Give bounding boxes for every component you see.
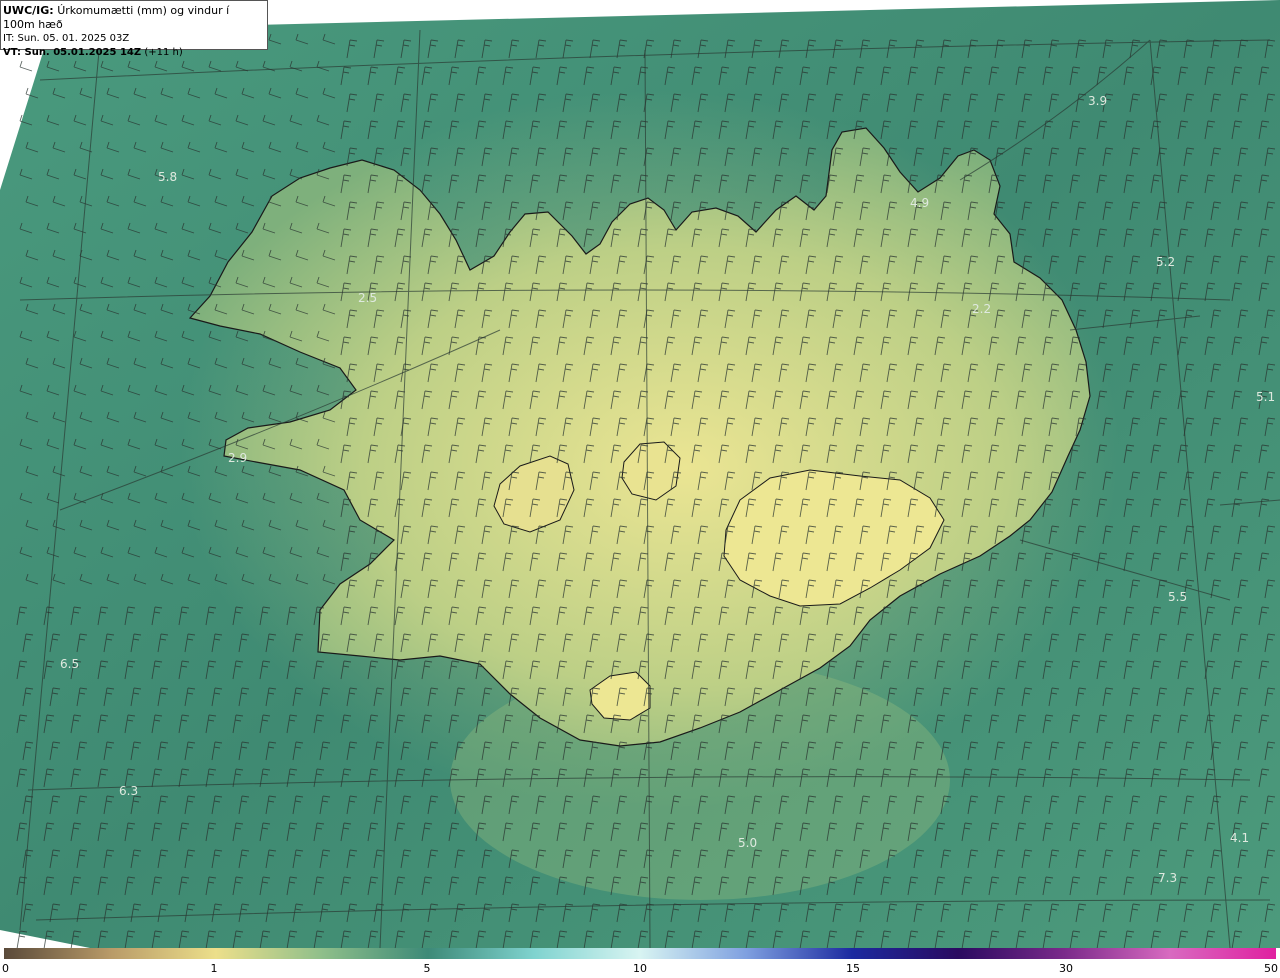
colorbar-tick-label: 50 bbox=[1264, 962, 1278, 975]
colorbar-tick-label: 15 bbox=[846, 962, 860, 975]
map-value: 5.8 bbox=[158, 170, 177, 184]
colorbar-ticks: 0 1 5 10 15 30 50 bbox=[0, 962, 1280, 978]
map-value: 5.1 bbox=[1256, 390, 1275, 404]
map-value: 2.9 bbox=[228, 451, 247, 465]
map-value: 2.5 bbox=[358, 291, 377, 305]
colorbar-tick-label: 0 bbox=[2, 962, 9, 975]
map-value: 6.3 bbox=[119, 784, 138, 798]
map-value: 6.5 bbox=[60, 657, 79, 671]
map-value: 4.1 bbox=[1230, 831, 1249, 845]
colorbar-tick-label: 5 bbox=[423, 962, 431, 975]
map-value: 2.2 bbox=[972, 302, 991, 316]
valid-time: VT: Sun. 05.01.2025 14Z bbox=[3, 47, 142, 58]
map-value: 4.9 bbox=[910, 196, 929, 210]
colorbar-tick-label: 30 bbox=[1059, 962, 1073, 975]
colorbar-tick-label: 10 bbox=[633, 962, 647, 975]
precipitation-colorbar bbox=[4, 948, 1276, 959]
precipitation-map: 3.9 5.8 4.9 5.2 2.2 2.5 5.1 2.9 5.5 6.5 … bbox=[0, 0, 1280, 948]
map-info-box: UWC/IG: Úrkomumætti (mm) og vindur í 100… bbox=[0, 0, 268, 58]
map-value: 3.9 bbox=[1088, 94, 1107, 108]
map-value: 7.3 bbox=[1158, 871, 1177, 885]
issue-time: IT: Sun. 05. 01. 2025 03Z bbox=[3, 33, 130, 44]
valid-offset: (+11 h) bbox=[144, 47, 183, 58]
map-value: 5.2 bbox=[1156, 255, 1175, 269]
model-label: UWC/IG: bbox=[3, 4, 54, 17]
map-value: 5.5 bbox=[1168, 590, 1187, 604]
map-value: 5.0 bbox=[738, 836, 757, 850]
colorbar-tick-label: 1 bbox=[210, 962, 218, 975]
